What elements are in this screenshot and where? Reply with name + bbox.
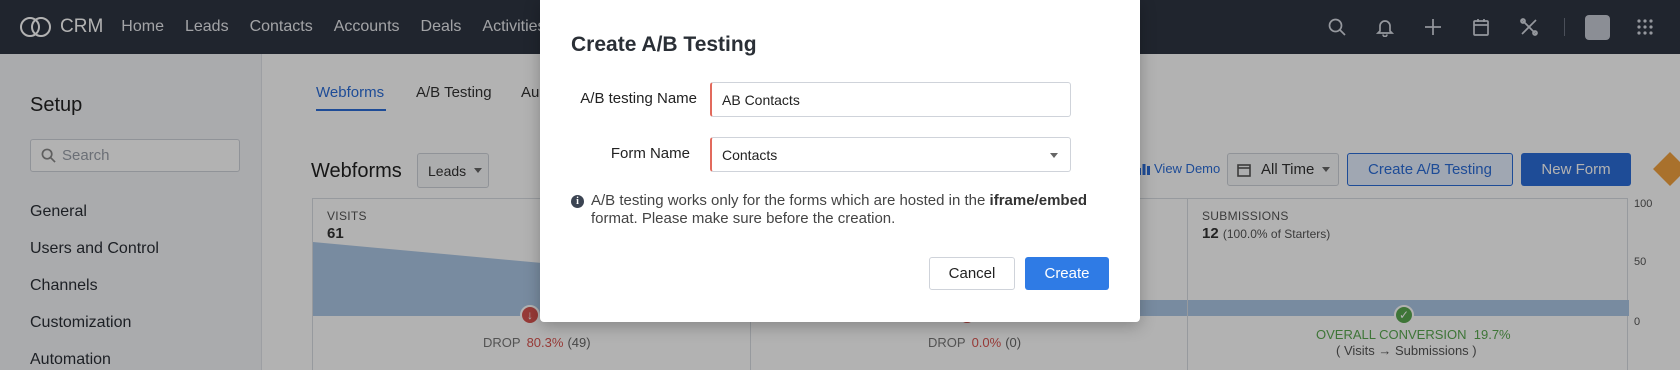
- info-text-post: format. Please make sure before the crea…: [591, 210, 896, 227]
- info-message: A/B testing works only for the forms whi…: [591, 192, 1091, 228]
- form-name-select[interactable]: Contacts: [710, 137, 1071, 172]
- ab-name-input[interactable]: AB Contacts: [710, 82, 1071, 117]
- ab-name-label: A/B testing Name: [580, 90, 697, 107]
- info-icon: i: [571, 195, 584, 208]
- cancel-button[interactable]: Cancel: [929, 257, 1015, 290]
- create-ab-testing-dialog: Create A/B Testing A/B testing Name AB C…: [540, 0, 1140, 322]
- ab-name-value: AB Contacts: [722, 91, 800, 108]
- info-text-bold: iframe/embed: [989, 192, 1088, 209]
- create-button[interactable]: Create: [1025, 257, 1109, 290]
- form-name-value: Contacts: [722, 146, 778, 163]
- chevron-down-icon: [1050, 153, 1058, 158]
- info-text-pre: A/B testing works only for the forms whi…: [591, 192, 990, 209]
- dialog-title: Create A/B Testing: [571, 33, 757, 56]
- form-name-label: Form Name: [610, 145, 690, 162]
